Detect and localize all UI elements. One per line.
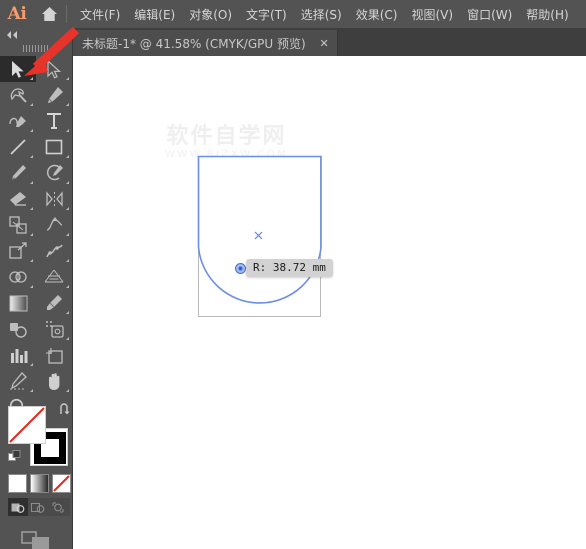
artboard-tool[interactable]	[36, 342, 72, 368]
draw-behind-mode[interactable]	[28, 498, 48, 516]
color-mode-buttons	[8, 474, 72, 493]
tool-flyout-indicator	[30, 129, 33, 132]
curvature-tool[interactable]	[0, 108, 36, 134]
tools-panel	[0, 28, 73, 549]
radius-measure-tooltip: R: 38.72 mm	[246, 259, 333, 277]
width-tool[interactable]	[36, 212, 72, 238]
gradient-mode[interactable]	[30, 474, 49, 493]
tool-flyout-indicator	[30, 259, 33, 262]
color-controls	[0, 400, 72, 549]
tool-flyout-indicator	[30, 233, 33, 236]
menu-file[interactable]: 文件(F)	[73, 3, 127, 26]
menu-view[interactable]: 视图(V)	[404, 3, 460, 26]
fill-stroke-control	[8, 403, 72, 468]
menu-object[interactable]: 对象(O)	[182, 3, 239, 26]
grip-lines-icon	[23, 44, 49, 52]
free-transform-tool[interactable]	[0, 238, 36, 264]
tool-flyout-indicator	[66, 233, 69, 236]
document-tab-bar: 未标题-1* @ 41.58% (CMYK/GPU 预览) ✕	[72, 28, 586, 56]
perspective-grid-tool[interactable]	[36, 264, 72, 290]
watermark: 软件自学网 WWW.RJZXW.COM	[144, 118, 309, 160]
tool-flyout-indicator	[66, 337, 69, 340]
paintbrush-tool[interactable]	[0, 160, 36, 186]
tool-flyout-indicator	[66, 285, 69, 288]
magic-wand-tool[interactable]	[0, 82, 36, 108]
tool-flyout-indicator	[66, 311, 69, 314]
shape-builder-tool[interactable]	[0, 264, 36, 290]
selection-tool[interactable]	[0, 56, 36, 82]
menu-help[interactable]: 帮助(H)	[519, 3, 575, 26]
draw-inside-mode[interactable]	[48, 498, 68, 516]
scale-tool[interactable]	[0, 212, 36, 238]
tool-flyout-indicator	[30, 77, 33, 80]
panel-grip-handle[interactable]	[0, 42, 72, 54]
menu-window[interactable]: 窗口(W)	[460, 3, 519, 26]
tool-flyout-indicator	[30, 155, 33, 158]
type-tool[interactable]	[36, 108, 72, 134]
tool-flyout-indicator	[66, 259, 69, 262]
tool-flyout-indicator	[66, 77, 69, 80]
menu-effect[interactable]: 效果(C)	[349, 3, 405, 26]
tool-flyout-indicator	[66, 103, 69, 106]
menu-bar: Ai 文件(F) 编辑(E) 对象(O) 文字(T) 选择(S) 效果(C) 视…	[0, 0, 586, 28]
symbol-sprayer-tool[interactable]	[36, 316, 72, 342]
watermark-cn-text: 软件自学网	[166, 124, 287, 149]
blend-tool[interactable]	[0, 316, 36, 342]
tool-grid	[0, 54, 72, 420]
document-tab[interactable]: 未标题-1* @ 41.58% (CMYK/GPU 预览) ✕	[72, 30, 338, 56]
collapse-panel-icon[interactable]	[0, 28, 72, 42]
tool-flyout-indicator	[66, 181, 69, 184]
draw-normal-mode[interactable]	[8, 498, 28, 516]
tool-flyout-indicator	[66, 389, 69, 392]
color-swatch-mode[interactable]	[8, 474, 27, 493]
tool-flyout-indicator	[30, 181, 33, 184]
tool-flyout-indicator	[66, 207, 69, 210]
menu-item-list: 文件(F) 编辑(E) 对象(O) 文字(T) 选择(S) 效果(C) 视图(V…	[73, 3, 576, 26]
eyedropper-tool[interactable]	[36, 290, 72, 316]
gradient-tool[interactable]	[0, 290, 36, 316]
line-segment-tool[interactable]	[0, 134, 36, 160]
default-fill-stroke-icon[interactable]	[8, 450, 22, 464]
app-logo-icon: Ai	[7, 4, 27, 24]
rotate-tool[interactable]	[36, 186, 72, 212]
menu-select[interactable]: 选择(S)	[294, 3, 349, 26]
fill-none-slash-icon	[9, 407, 45, 443]
column-graph-tool[interactable]	[0, 342, 36, 368]
fill-swatch[interactable]	[8, 406, 46, 444]
tool-flyout-indicator	[66, 155, 69, 158]
none-mode[interactable]	[52, 474, 71, 493]
menu-type[interactable]: 文字(T)	[239, 3, 294, 26]
document-tab-title: 未标题-1* @ 41.58% (CMYK/GPU 预览)	[82, 36, 306, 51]
menu-divider	[66, 5, 67, 23]
menu-edit[interactable]: 编辑(E)	[127, 3, 182, 26]
direct-selection-tool[interactable]	[36, 56, 72, 82]
screen-mode-icon	[21, 531, 49, 549]
home-icon[interactable]	[34, 0, 64, 28]
shaper-tool[interactable]	[36, 160, 72, 186]
tool-flyout-indicator	[30, 285, 33, 288]
close-icon[interactable]: ✕	[318, 37, 331, 50]
tool-flyout-indicator	[30, 363, 33, 366]
swap-fill-stroke-icon[interactable]	[58, 403, 72, 417]
draw-mode-buttons	[8, 498, 70, 516]
rectangle-tool[interactable]	[36, 134, 72, 160]
hand-tool[interactable]	[36, 368, 72, 394]
pen-tool[interactable]	[36, 82, 72, 108]
tool-flyout-indicator	[30, 389, 33, 392]
canvas-area[interactable]: 软件自学网 WWW.RJZXW.COM R: 38.72 mm	[72, 56, 586, 549]
puppet-warp-tool[interactable]	[36, 238, 72, 264]
illustrator-window: Ai 文件(F) 编辑(E) 对象(O) 文字(T) 选择(S) 效果(C) 视…	[0, 0, 586, 549]
screen-mode-toggle[interactable]	[0, 530, 72, 549]
tool-flyout-indicator	[66, 129, 69, 132]
eraser-tool[interactable]	[0, 186, 36, 212]
tool-flyout-indicator	[30, 103, 33, 106]
artboard	[198, 156, 321, 317]
slice-tool[interactable]	[0, 368, 36, 394]
tool-flyout-indicator	[30, 207, 33, 210]
